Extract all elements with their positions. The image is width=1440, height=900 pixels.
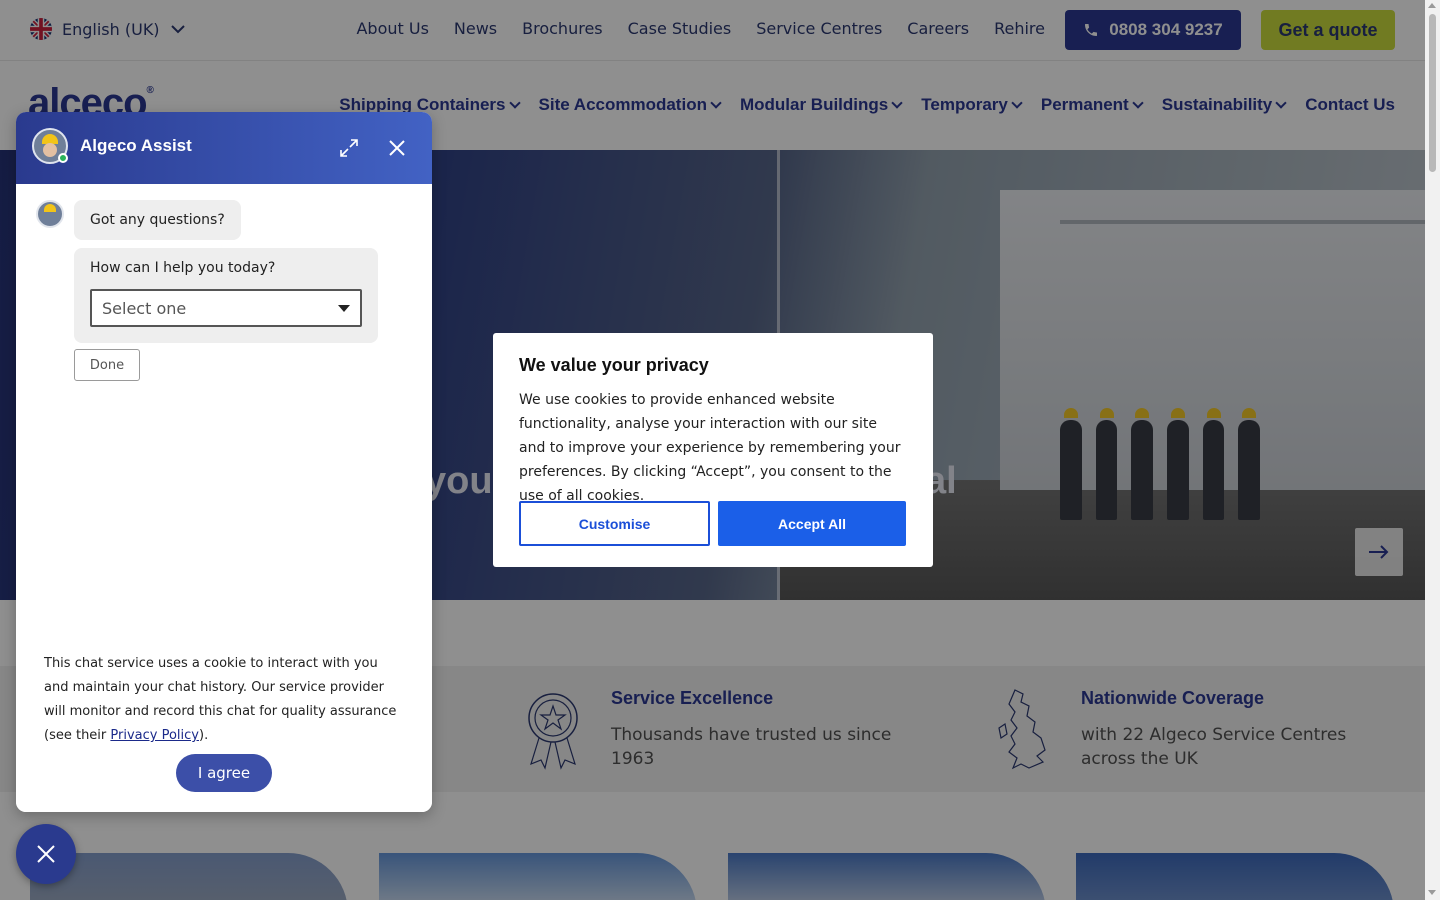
scroll-thumb[interactable] xyxy=(1429,14,1436,172)
expand-icon[interactable] xyxy=(338,137,360,159)
chat-title: Algeco Assist xyxy=(80,136,192,155)
chat-question-text: How can I help you today? xyxy=(90,260,276,276)
cookie-consent-dialog: We value your privacy We use cookies to … xyxy=(493,333,933,567)
scroll-down-arrow-icon[interactable] xyxy=(1428,890,1436,895)
chat-header: Algeco Assist xyxy=(16,112,432,184)
consent-text-end: ). xyxy=(199,728,209,743)
help-topic-select[interactable]: Select one xyxy=(90,289,362,327)
chat-widget: Algeco Assist Got any questions? How can… xyxy=(16,112,432,812)
close-icon xyxy=(37,845,55,863)
chat-message: Got any questions? xyxy=(74,200,241,240)
page-scrollbar[interactable] xyxy=(1425,0,1440,900)
close-icon[interactable] xyxy=(386,137,408,159)
cookie-dialog-title: We value your privacy xyxy=(519,355,709,375)
agent-avatar-small xyxy=(36,200,64,228)
chat-cookie-consent: This chat service uses a cookie to inter… xyxy=(16,632,432,812)
customise-button[interactable]: Customise xyxy=(519,501,710,546)
online-status-indicator xyxy=(58,153,68,163)
dropdown-caret-icon xyxy=(338,304,350,312)
consent-text-body: This chat service uses a cookie to inter… xyxy=(44,656,397,743)
scroll-up-arrow-icon[interactable] xyxy=(1428,3,1436,8)
chat-launcher-button[interactable] xyxy=(16,824,76,884)
chat-question-card: How can I help you today? Select one xyxy=(74,248,378,343)
select-placeholder: Select one xyxy=(102,298,187,318)
i-agree-button[interactable]: I agree xyxy=(176,754,272,792)
cookie-dialog-body: We use cookies to provide enhanced websi… xyxy=(519,392,901,504)
chat-consent-text: This chat service uses a cookie to inter… xyxy=(44,652,404,748)
accept-all-button[interactable]: Accept All xyxy=(718,501,906,546)
privacy-policy-link[interactable]: Privacy Policy xyxy=(110,728,199,743)
done-button[interactable]: Done xyxy=(74,349,140,381)
